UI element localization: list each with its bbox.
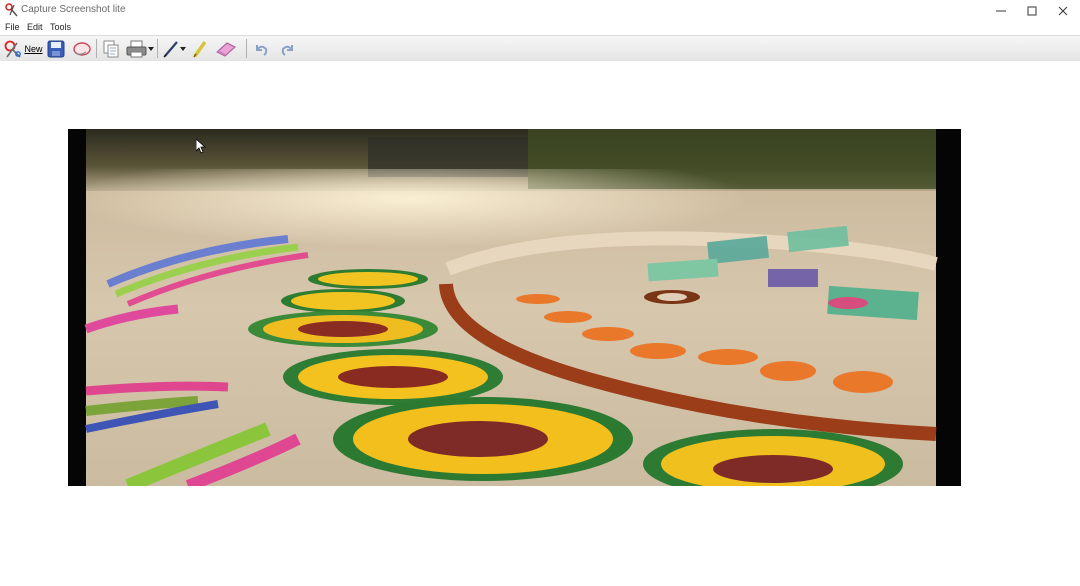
lasso-button[interactable] xyxy=(70,38,94,59)
toolbar-separator xyxy=(246,39,247,58)
highlighter-icon xyxy=(193,40,207,57)
toolbar-separator xyxy=(157,39,158,58)
chevron-down-icon xyxy=(148,46,154,51)
save-button[interactable] xyxy=(45,38,67,59)
menu-edit[interactable]: Edit xyxy=(27,22,43,32)
captured-image[interactable] xyxy=(68,129,961,486)
new-label: New xyxy=(24,43,43,54)
eraser-button[interactable] xyxy=(213,38,239,59)
lasso-icon xyxy=(73,41,91,56)
save-icon xyxy=(47,40,65,57)
close-button[interactable] xyxy=(1046,0,1080,21)
window-title: Capture Screenshot lite xyxy=(21,4,126,15)
copy-icon xyxy=(103,40,119,57)
redo-button[interactable] xyxy=(278,38,298,59)
redo-icon xyxy=(281,44,293,56)
copy-button[interactable] xyxy=(100,38,122,59)
print-button[interactable] xyxy=(124,38,156,59)
print-icon xyxy=(126,40,147,57)
menu-file[interactable]: File xyxy=(5,22,20,32)
pen-button[interactable] xyxy=(160,38,188,59)
chevron-down-icon xyxy=(180,46,186,51)
toolbar-separator xyxy=(96,39,97,58)
menu-bar: File Edit Tools xyxy=(0,21,1080,35)
toolbar: New xyxy=(0,35,1080,62)
new-capture-button[interactable]: New xyxy=(2,38,44,59)
eraser-icon xyxy=(216,41,236,57)
menu-tools[interactable]: Tools xyxy=(50,22,71,32)
pen-icon xyxy=(163,40,178,57)
mouse-cursor-icon xyxy=(196,139,206,154)
maximize-button[interactable] xyxy=(1015,0,1049,21)
minimize-icon xyxy=(996,10,1006,11)
undo-icon xyxy=(256,44,268,56)
title-bar: Capture Screenshot lite xyxy=(0,0,1080,21)
minimize-button[interactable] xyxy=(984,0,1018,21)
app-icon xyxy=(5,3,18,17)
undo-button[interactable] xyxy=(251,38,271,59)
highlighter-button[interactable] xyxy=(189,38,211,59)
maximize-icon xyxy=(1027,6,1037,15)
new-capture-icon xyxy=(5,40,22,58)
close-icon xyxy=(1058,6,1068,15)
rangoli-photo xyxy=(68,129,961,486)
